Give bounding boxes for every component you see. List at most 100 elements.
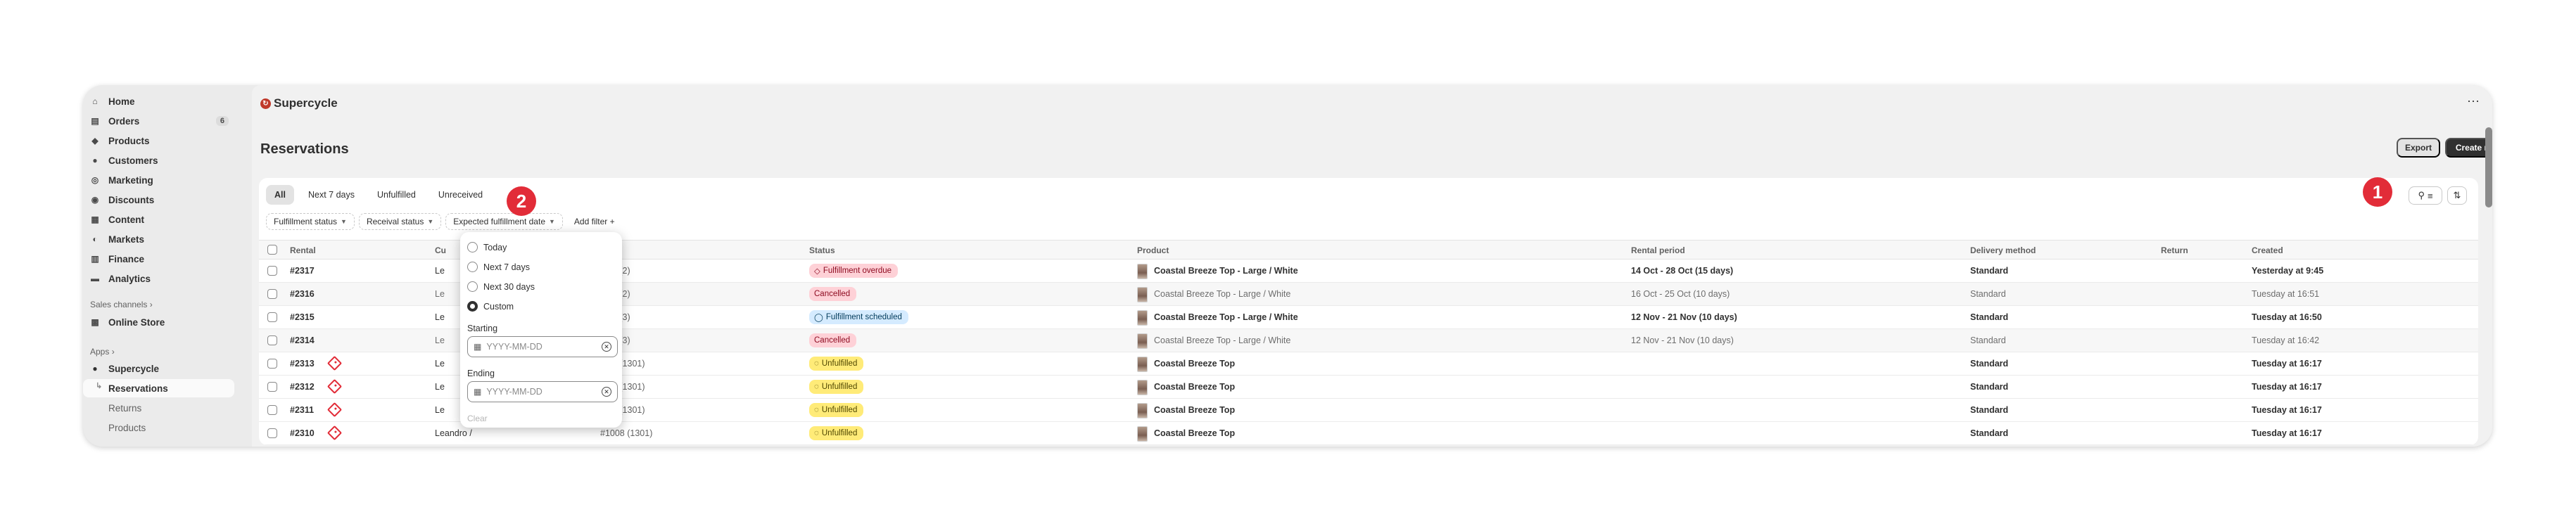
receival-status-filter[interactable]: Receival status ▼ xyxy=(358,213,442,230)
filter-bar: Fulfillment status ▼ Receival status ▼ Exp… xyxy=(266,213,622,230)
date-option-today[interactable]: Today xyxy=(467,242,507,252)
column-header-product[interactable]: Product xyxy=(1137,245,1169,255)
rental-id[interactable]: #2311 xyxy=(290,405,314,415)
product-thumbnail xyxy=(1137,426,1148,442)
store-icon: ▩ xyxy=(91,317,99,327)
starting-date-placeholder: YYYY-MM-DD xyxy=(486,342,543,352)
customer-name: Le xyxy=(435,289,445,299)
sidebar-item-content[interactable]: ▦ Content xyxy=(83,210,234,229)
date-option-custom[interactable]: Custom xyxy=(467,301,514,312)
app-title: ↻ Supercycle xyxy=(260,96,338,110)
circle-icon: ◌ xyxy=(814,406,819,414)
browser-frame: ⌂ Home ▤ Orders 6 ◆ Products ● Customers… xyxy=(83,85,2492,447)
column-header-rental[interactable]: Rental xyxy=(290,245,316,255)
sidebar-item-marketing[interactable]: ◎ Marketing xyxy=(83,171,234,189)
clock-icon: ◯ xyxy=(814,314,823,322)
sidebar-subitem-returns[interactable]: Returns xyxy=(83,399,234,417)
sidebar-item-online-store[interactable]: ▩ Online Store xyxy=(83,313,234,331)
chevron-right-icon: › xyxy=(111,347,115,357)
delivery-method: Standard xyxy=(1970,359,2009,369)
rental-id[interactable]: #2316 xyxy=(290,289,315,299)
sidebar-item-home[interactable]: ⌂ Home xyxy=(83,92,234,110)
export-button[interactable]: Export xyxy=(2397,138,2440,158)
sidebar-item-markets[interactable]: ◐ Markets xyxy=(83,230,234,248)
radio-button[interactable] xyxy=(467,262,478,272)
delivery-method: Standard xyxy=(1970,405,2009,415)
column-header-return[interactable]: Return xyxy=(2161,245,2188,255)
select-all-checkbox[interactable] xyxy=(267,245,277,255)
column-header-rental-period[interactable]: Rental period xyxy=(1631,245,1685,255)
sidebar-item-label: Supercycle xyxy=(108,363,160,374)
date-option-next-30-days[interactable]: Next 30 days xyxy=(467,281,535,292)
rental-id[interactable]: #2312 xyxy=(290,382,315,392)
rental-period: 14 Oct - 28 Oct (15 days) xyxy=(1631,266,1734,276)
sidebar-item-discounts[interactable]: ◉ Discounts xyxy=(83,191,234,209)
tab-next-7-days[interactable]: Next 7 days xyxy=(300,185,363,205)
warning-diamond-icon xyxy=(326,402,343,418)
row-checkbox[interactable] xyxy=(267,428,277,438)
sort-button[interactable]: ⇅ xyxy=(2447,186,2467,205)
sidebar-item-customers[interactable]: ● Customers xyxy=(83,151,234,169)
tab-all[interactable]: All xyxy=(266,185,294,205)
sidebar-subitem-products[interactable]: Products xyxy=(83,418,234,437)
row-checkbox[interactable] xyxy=(267,405,277,415)
fulfillment-status-filter[interactable]: Fulfillment status ▼ xyxy=(266,213,355,230)
rental-id[interactable]: #2310 xyxy=(290,428,315,438)
row-checkbox[interactable] xyxy=(267,335,277,345)
more-actions-button[interactable]: ··· xyxy=(2467,94,2480,108)
column-header-customer[interactable]: Cu xyxy=(435,245,446,255)
radio-button[interactable] xyxy=(467,281,478,292)
starting-date-input[interactable]: ▦ YYYY-MM-DD ✕ xyxy=(467,336,618,357)
delivery-method: Standard xyxy=(1970,428,2009,438)
clear-filter-link[interactable]: Clear xyxy=(467,414,488,423)
target-icon: ◎ xyxy=(91,175,99,185)
warning-diamond-icon xyxy=(326,355,343,371)
ending-date-input[interactable]: ▦ YYYY-MM-DD ✕ xyxy=(467,381,618,402)
row-checkbox[interactable] xyxy=(267,312,277,322)
row-checkbox[interactable] xyxy=(267,359,277,369)
product-name: Coastal Breeze Top xyxy=(1154,405,1236,415)
date-option-next-7-days[interactable]: Next 7 days xyxy=(467,262,530,272)
row-checkbox[interactable] xyxy=(267,266,277,276)
ending-label: Ending xyxy=(467,369,495,378)
rental-id[interactable]: #2313 xyxy=(290,359,315,369)
row-checkbox[interactable] xyxy=(267,382,277,392)
column-header-status[interactable]: Status xyxy=(809,245,835,255)
rental-id[interactable]: #2315 xyxy=(290,312,315,322)
sidebar-item-label: Orders xyxy=(108,115,140,127)
sidebar-item-analytics[interactable]: ▬ Analytics xyxy=(83,269,234,288)
apps-heading[interactable]: Apps › xyxy=(90,347,115,357)
sidebar-item-finance[interactable]: ▥ Finance xyxy=(83,250,234,268)
tab-unfulfilled[interactable]: Unfulfilled xyxy=(369,185,424,205)
sales-channels-heading[interactable]: Sales channels › xyxy=(90,300,153,309)
sort-arrows-icon: ⇅ xyxy=(2453,190,2461,200)
rental-id[interactable]: #2317 xyxy=(290,266,315,276)
product-name: Coastal Breeze Top - Large / White xyxy=(1154,312,1298,322)
tab-unreceived[interactable]: Unreceived xyxy=(430,185,491,205)
sidebar-subitem-reservations[interactable]: ↳ Reservations xyxy=(83,379,234,397)
orders-count-badge: 6 xyxy=(215,116,229,126)
sidebar-item-orders[interactable]: ▤ Orders 6 xyxy=(83,112,234,130)
column-header-created[interactable]: Created xyxy=(2252,245,2283,255)
clear-input-icon[interactable]: ✕ xyxy=(602,342,611,352)
created-time: Tuesday at 16:17 xyxy=(2252,359,2322,369)
delivery-method: Standard xyxy=(1970,289,2006,299)
rental-id[interactable]: #2314 xyxy=(290,335,315,345)
radio-button-selected[interactable] xyxy=(467,301,478,312)
expected-fulfillment-date-filter[interactable]: Expected fulfillment date ▼ xyxy=(445,213,563,230)
add-filter-button[interactable]: Add filter + xyxy=(567,213,622,230)
product-thumbnail xyxy=(1137,403,1148,418)
row-checkbox[interactable] xyxy=(267,289,277,299)
status-badge: ◌ Unfulfilled xyxy=(809,403,864,417)
column-header-delivery-method[interactable]: Delivery method xyxy=(1970,245,2036,255)
sidebar-item-supercycle[interactable]: ● Supercycle xyxy=(83,359,234,378)
clear-input-icon[interactable]: ✕ xyxy=(602,387,611,397)
search-filter-button[interactable]: ⚲ ≡ xyxy=(2409,186,2442,205)
customer-name: Le xyxy=(435,335,445,345)
radio-button[interactable] xyxy=(467,242,478,252)
customer-name: Le xyxy=(435,382,445,392)
vertical-scrollbar[interactable] xyxy=(2485,127,2492,207)
sidebar-item-products[interactable]: ◆ Products xyxy=(83,132,234,150)
product-thumbnail xyxy=(1137,333,1148,349)
customer-name: Le xyxy=(435,312,445,322)
